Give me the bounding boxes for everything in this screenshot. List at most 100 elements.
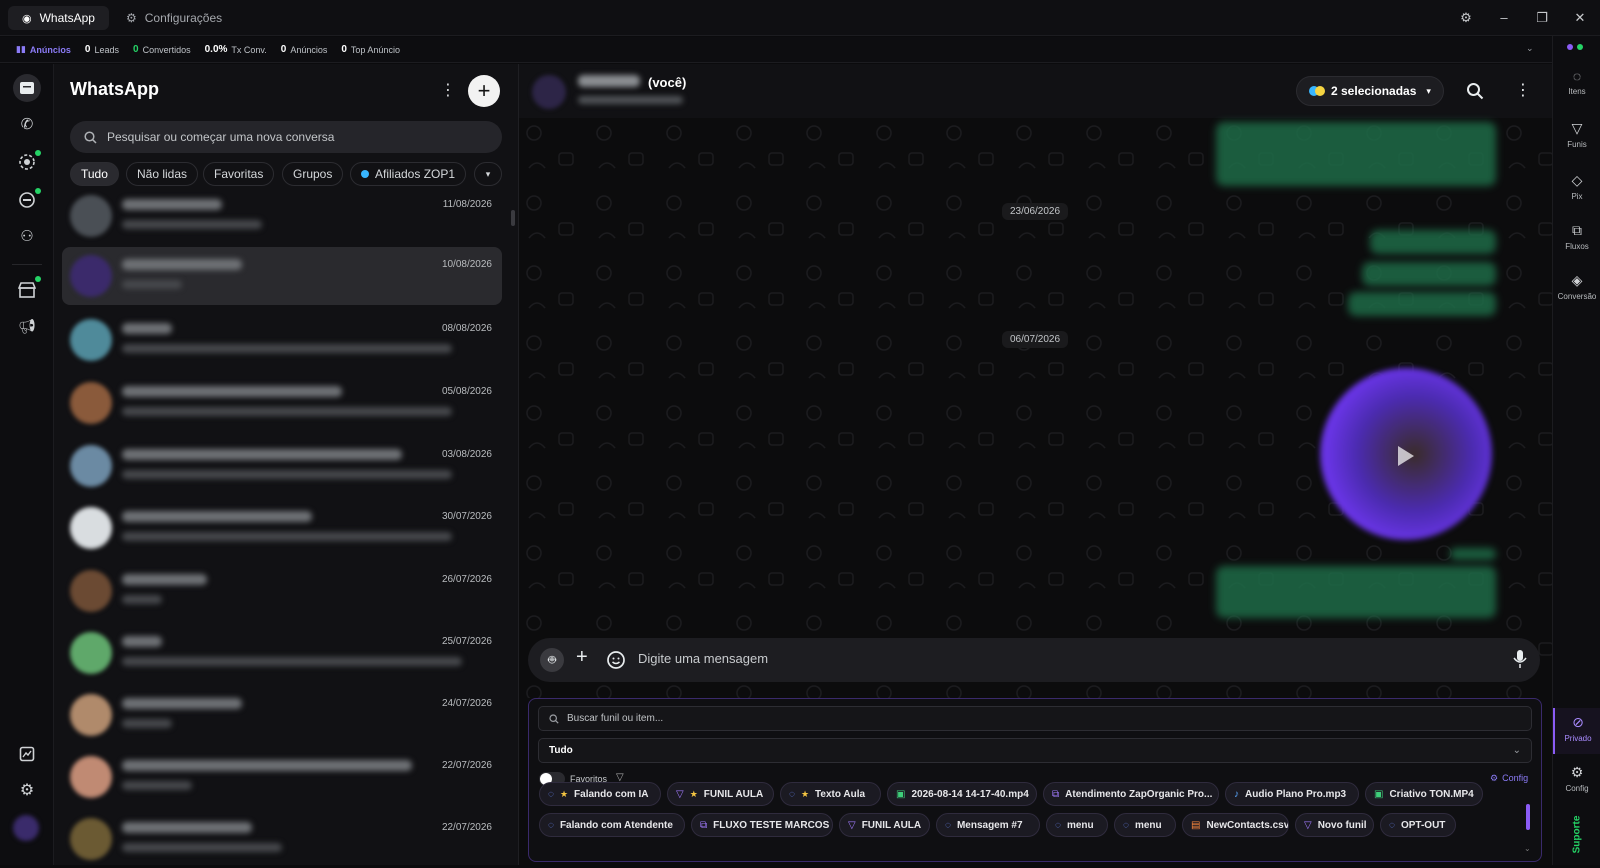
chat-row[interactable]: 26/07/2026 [62, 562, 502, 620]
chat-row[interactable]: 24/07/2026 [62, 686, 502, 744]
rail-pix[interactable]: ◇ Pix [1553, 172, 1600, 201]
rail-funnels[interactable]: ▽ Funis [1553, 120, 1600, 149]
filter-label-affiliates[interactable]: Afiliados ZOP1 [350, 162, 467, 186]
search-input[interactable]: Pesquisar ou começar uma nova conversa [70, 121, 502, 153]
funnel-chip[interactable]: ▽ Novo funil [1295, 813, 1374, 837]
funnel-search-input[interactable]: Buscar funil ou item... [538, 706, 1532, 731]
chevron-down-icon[interactable]: ⌄ [1526, 43, 1534, 54]
filter-favorites[interactable]: Favoritas [203, 162, 275, 186]
rail-config[interactable]: ⚙ Config [1553, 764, 1600, 793]
scroll-down-icon[interactable]: ⌄ [1524, 844, 1531, 853]
chat-date: 03/08/2026 [441, 449, 492, 460]
chat-row-selected[interactable]: 10/08/2026 [62, 247, 502, 305]
communities-icon[interactable]: ⚇ [13, 222, 41, 250]
funnel-chip[interactable]: ⧉ FLUXO TESTE MARCOS [691, 813, 833, 837]
chat-row[interactable]: 30/07/2026 [62, 499, 502, 557]
microphone-icon[interactable] [1512, 649, 1528, 669]
phone-icon[interactable]: ✆ [13, 110, 41, 138]
filter-label: Não lidas [137, 167, 188, 181]
indicator-dot-purple [1567, 44, 1573, 50]
funnel-chips-scrollbar[interactable] [1526, 804, 1530, 830]
message-bubble-outgoing[interactable] [1348, 292, 1496, 316]
funnel-chip[interactable]: ◌ menu [1114, 813, 1176, 837]
ads-stat-toggle[interactable]: ▮▮ Anúncios [16, 44, 71, 55]
chat-row[interactable]: 22/07/2026 [62, 810, 502, 868]
filter-unread[interactable]: Não lidas [126, 162, 199, 186]
audio-message-bubble[interactable] [1216, 566, 1496, 618]
funnel-chip[interactable]: ▣ 2026-08-14 14-17-40.mp4 [887, 782, 1037, 806]
funnel-type-select[interactable]: Tudo ⌄ [538, 738, 1532, 763]
selected-labels-dropdown[interactable]: 2 selecionadas ▾ [1296, 76, 1444, 106]
maximize-button[interactable]: ❐ [1532, 8, 1552, 28]
funnel-chip[interactable]: ▣ Criativo TON.MP4 [1365, 782, 1483, 806]
funnel-chip[interactable]: ◌ menu [1046, 813, 1108, 837]
stat-label: Top Anúncio [350, 44, 400, 55]
stat-top-ad: 0 Top Anúncio [341, 44, 400, 55]
message-bubble-outgoing [1450, 548, 1496, 560]
funnel-chip[interactable]: ▤ NewContacts.csv [1182, 813, 1289, 837]
support-button[interactable]: Suporte [1563, 812, 1591, 856]
media-gallery-icon[interactable] [13, 740, 41, 768]
funnel-chip[interactable]: ⧉ Atendimento ZapOrganic Pro... [1043, 782, 1219, 806]
chat-row[interactable]: 11/08/2026 [62, 187, 502, 245]
search-icon [549, 713, 559, 724]
chat-preview-blurred [122, 843, 282, 852]
chat-avatar [70, 818, 112, 860]
sticker-icon[interactable] [606, 650, 626, 670]
settings-icon[interactable]: ⚙ [13, 776, 41, 804]
funnel-chip-label: Criativo TON.MP4 [1389, 788, 1474, 800]
funnel-chip[interactable]: ▽ FUNIL AULA [839, 813, 930, 837]
funnel-search-placeholder: Buscar funil ou item... [567, 713, 664, 724]
message-bubble-outgoing[interactable] [1370, 230, 1496, 254]
message-icon: ◌ [1055, 819, 1061, 831]
profile-avatar[interactable] [13, 815, 39, 841]
rail-conversion-label: Conversão [1557, 292, 1597, 301]
more-options-icon[interactable]: ⋮ [440, 80, 456, 100]
play-icon[interactable] [1398, 446, 1414, 466]
funnel-config-link[interactable]: ⚙ Config [1490, 773, 1528, 784]
contact-avatar[interactable] [532, 75, 566, 109]
chat-list-scrollbar[interactable] [511, 210, 515, 226]
chats-icon[interactable] [13, 74, 41, 102]
label-color-dot [361, 170, 369, 178]
message-bubble-outgoing[interactable] [1362, 262, 1496, 286]
chat-row[interactable]: 05/08/2026 [62, 374, 502, 432]
chat-row[interactable]: 25/07/2026 [62, 624, 502, 682]
assistant-emoji-icon[interactable]: 🤖︎ [540, 648, 564, 672]
search-messages-icon[interactable] [1466, 82, 1484, 100]
rail-conversion[interactable]: ◈ Conversão [1553, 272, 1600, 301]
funnel-chip[interactable]: ◌ Falando com Atendente [539, 813, 685, 837]
tab-settings[interactable]: ⚙ Configurações [112, 6, 236, 30]
close-button[interactable]: ✕ [1570, 8, 1590, 28]
funnel-chip[interactable]: ◌ ★ Falando com IA [539, 782, 661, 806]
filter-more-dropdown[interactable]: ▾ [474, 162, 502, 186]
filter-all[interactable]: Tudo [70, 162, 119, 186]
conversation-menu-icon[interactable]: ⋮ [1515, 80, 1531, 100]
chat-row[interactable]: 03/08/2026 [62, 437, 502, 495]
funnel-chip[interactable]: ▽ ★ FUNIL AULA [667, 782, 774, 806]
attach-plus-icon[interactable]: + [576, 646, 588, 669]
minimize-button[interactable]: – [1494, 8, 1514, 28]
filter-groups[interactable]: Grupos [282, 162, 344, 186]
new-chat-button[interactable]: + [468, 75, 500, 107]
megaphone-icon[interactable]: 📢︎ [13, 312, 41, 340]
rail-private-toggle[interactable]: ⊘ Privado [1553, 708, 1600, 754]
tab-whatsapp[interactable]: ◉ WhatsApp [8, 6, 109, 30]
funnel-chip[interactable]: ◌ OPT-OUT [1380, 813, 1456, 837]
rail-items[interactable]: ◌ Itens [1553, 68, 1600, 96]
chat-row[interactable]: 22/07/2026 [62, 748, 502, 806]
chat-avatar [70, 507, 112, 549]
funnel-chip[interactable]: ♪ Audio Plano Pro.mp3 [1225, 782, 1359, 806]
message-bubble-outgoing[interactable] [1216, 122, 1496, 186]
message-icon: ◌ [548, 788, 554, 800]
settings-gear-icon[interactable]: ⚙ [1456, 8, 1476, 28]
funnel-chip[interactable]: ◌ ★ Texto Aula [780, 782, 881, 806]
tag-icon: ◈ [1571, 272, 1583, 288]
gear-icon: ⚙ [1490, 773, 1499, 783]
message-input[interactable]: Digite uma mensagem [638, 651, 768, 666]
rail-flows[interactable]: ⧉ Fluxos [1553, 222, 1600, 251]
tab-whatsapp-label: WhatsApp [39, 11, 95, 25]
funnel-chip[interactable]: ◌ Mensagem #7 [936, 813, 1040, 837]
chat-date: 30/07/2026 [441, 511, 492, 522]
chat-row[interactable]: 08/08/2026 [62, 311, 502, 369]
